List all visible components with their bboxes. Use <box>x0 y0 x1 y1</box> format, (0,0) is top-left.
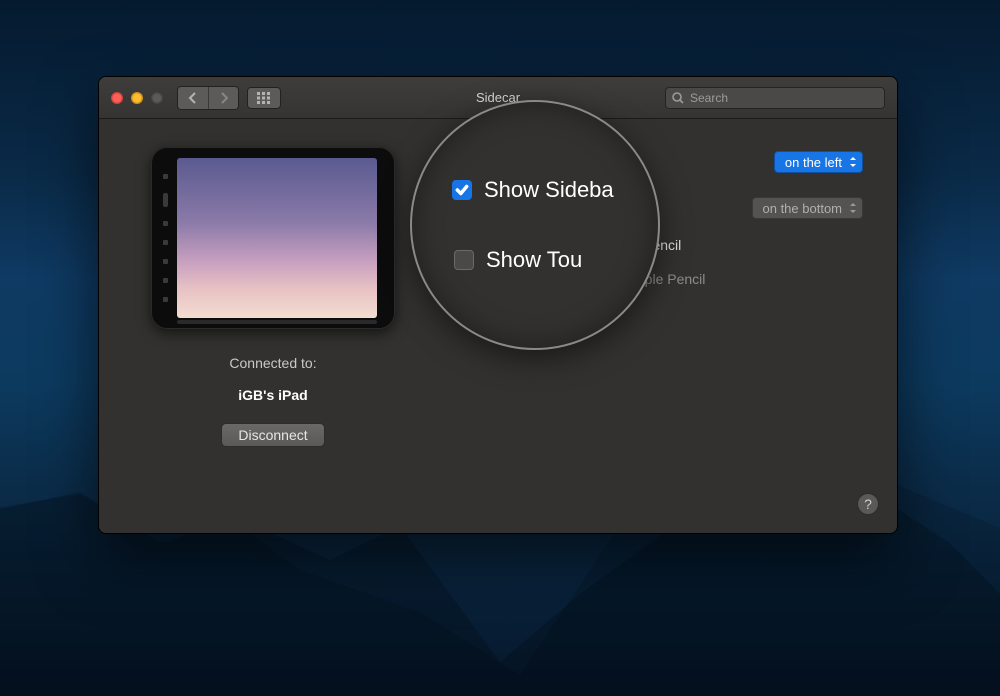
options-panel: Show Sidebar on the left Show Touch Bar … <box>413 147 863 515</box>
disconnect-button[interactable]: Disconnect <box>221 423 324 447</box>
minimize-window-button[interactable] <box>131 92 143 104</box>
ipad-touchbar <box>177 320 377 324</box>
ipad-screen <box>177 158 377 318</box>
touchbar-position-value: on the bottom <box>763 201 843 216</box>
ipad-sidebar-icons <box>163 167 168 309</box>
show-pointer-checkbox[interactable] <box>443 272 458 287</box>
device-panel: Connected to: iGB's iPad Disconnect <box>133 147 413 515</box>
show-sidebar-checkbox[interactable] <box>443 155 458 170</box>
connected-device-name: iGB's iPad <box>238 387 307 403</box>
double-tap-row: Enable double tap on Apple Pencil <box>443 237 863 253</box>
window-content: Connected to: iGB's iPad Disconnect Show… <box>99 119 897 533</box>
back-button[interactable] <box>178 87 208 109</box>
show-touchbar-row: Show Touch Bar on the bottom <box>443 197 863 219</box>
search-field[interactable] <box>665 87 885 109</box>
show-all-prefs-button[interactable] <box>247 87 281 109</box>
show-touchbar-label: Show Touch Bar <box>468 200 570 216</box>
sidecar-prefs-window: Sidecar Connected to: iGB's iPad Disconn… <box>98 76 898 534</box>
show-sidebar-row: Show Sidebar on the left <box>443 151 863 173</box>
connected-to-label: Connected to: <box>229 355 316 371</box>
traffic-lights <box>111 92 163 104</box>
double-tap-checkbox[interactable] <box>443 238 458 253</box>
show-touchbar-checkbox[interactable] <box>443 201 458 216</box>
search-input[interactable] <box>690 91 878 105</box>
stepper-arrows-icon <box>848 200 858 216</box>
forward-button[interactable] <box>208 87 238 109</box>
check-icon <box>445 274 456 285</box>
sidebar-position-value: on the left <box>785 155 842 170</box>
ipad-preview <box>151 147 395 329</box>
window-toolbar: Sidecar <box>99 77 897 119</box>
show-pointer-label: Show pointer when using Apple Pencil <box>468 271 705 287</box>
close-window-button[interactable] <box>111 92 123 104</box>
stepper-arrows-icon <box>848 154 858 170</box>
show-sidebar-label: Show Sidebar <box>468 152 580 173</box>
check-icon <box>445 157 456 168</box>
search-icon <box>672 92 684 104</box>
check-icon <box>445 240 456 251</box>
zoom-window-button[interactable] <box>151 92 163 104</box>
sidebar-position-select[interactable]: on the left <box>774 151 863 173</box>
touchbar-position-select[interactable]: on the bottom <box>752 197 864 219</box>
double-tap-label: Enable double tap on Apple Pencil <box>468 237 681 253</box>
show-pointer-row: Show pointer when using Apple Pencil <box>443 271 863 287</box>
help-button[interactable]: ? <box>857 493 879 515</box>
nav-back-forward <box>177 86 239 110</box>
